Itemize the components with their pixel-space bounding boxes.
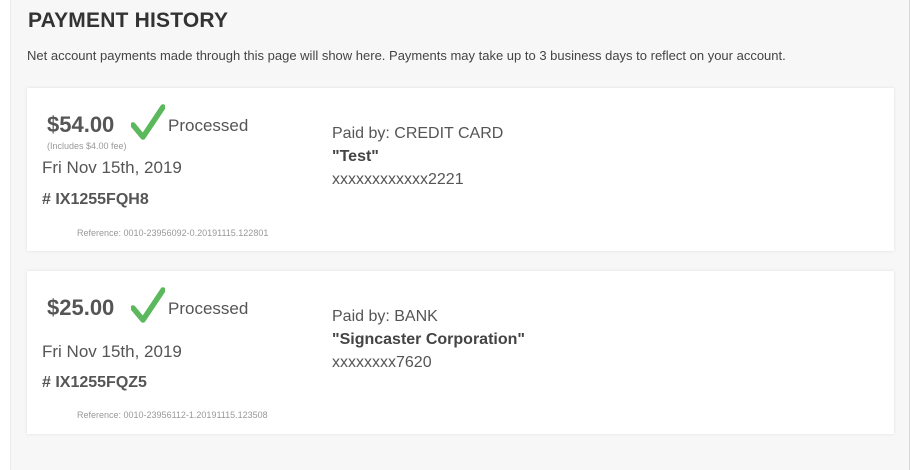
page-title: PAYMENT HISTORY: [28, 9, 229, 32]
checkmark-icon: [131, 287, 165, 323]
payment-card: $25.00 Processed Fri Nov 15th, 2019 # IX…: [27, 271, 894, 434]
payment-amount: $54.00: [47, 112, 115, 137]
checkmark-icon: [131, 104, 165, 140]
account-number: xxxxxxxxxxxx2221: [332, 171, 464, 188]
payment-amount: $25.00: [47, 295, 115, 320]
payment-reference: Reference: 0010-23956112-1.20191115.1235…: [77, 410, 268, 420]
payment-history-page: PAYMENT HISTORY Net account payments mad…: [11, 0, 909, 470]
frame-right-border: [909, 0, 910, 470]
payment-card: $54.00 Processed (Includes $4.00 fee) Fr…: [27, 88, 894, 251]
payment-status: Processed: [168, 299, 249, 318]
payer-name: "Signcaster Corporation": [332, 331, 525, 348]
payment-status: Processed: [168, 116, 249, 135]
payer-name: "Test": [332, 148, 379, 165]
confirmation-number: # IX1255FQH8: [42, 191, 149, 208]
confirmation-number: # IX1255FQZ5: [42, 374, 147, 391]
account-number: xxxxxxxx7620: [332, 354, 432, 371]
fee-note: (Includes $4.00 fee): [47, 141, 127, 151]
payment-date: Fri Nov 15th, 2019: [42, 158, 182, 177]
payment-reference: Reference: 0010-23956092-0.20191115.1228…: [77, 228, 269, 238]
paid-by-method: Paid by: BANK: [332, 308, 438, 325]
page-description: Net account payments made through this p…: [27, 48, 786, 63]
payment-date: Fri Nov 15th, 2019: [42, 342, 182, 361]
paid-by-method: Paid by: CREDIT CARD: [332, 125, 504, 142]
